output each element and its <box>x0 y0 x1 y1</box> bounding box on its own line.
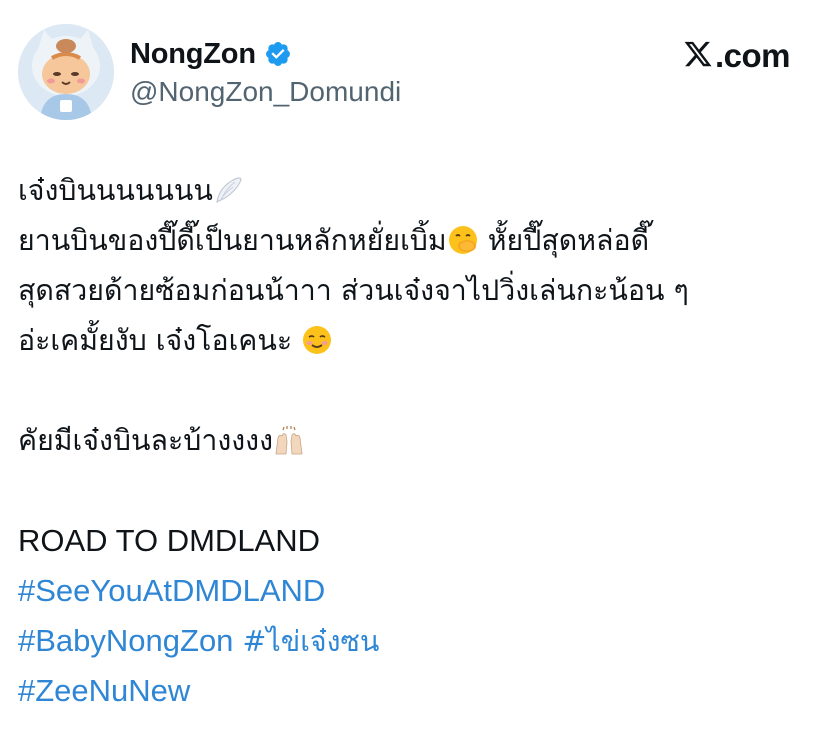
tweet-text-line-5: คัยมีเจ๋งบินละบ้างงงง <box>18 424 274 457</box>
hashtag-line-2: #BabyNongZon #ไข่เจ๋งซน <box>18 616 818 666</box>
hashtag-zeenunew[interactable]: #ZeeNuNew <box>18 673 190 708</box>
tweet-line-2: ยานบินของปี๊ดี๊เป็นยานหลักหยั่ยเบิ้ม หั้… <box>18 216 818 266</box>
x-brand[interactable]: .com <box>683 36 791 76</box>
author-handle[interactable]: @NongZon_Domundi <box>130 76 401 108</box>
tweet-line-5: คัยมีเจ๋งบินละบ้างงงง <box>18 416 818 466</box>
hashtag-line-3: #ZeeNuNew <box>18 666 818 716</box>
wing-emoji-icon <box>213 172 245 204</box>
tweet-header: NongZon @NongZon_Domundi .com <box>18 24 810 122</box>
x-brand-label: .com <box>714 37 791 74</box>
hashtag-babynongzon[interactable]: #BabyNongZon <box>18 623 233 658</box>
tweet-text-line-2a: ยานบินของปี๊ดี๊เป็นยานหลักหยั่ยเบิ้ม <box>18 224 447 257</box>
display-name[interactable]: NongZon <box>130 38 256 71</box>
tweet-line-4: อ่ะเคมั้ยงับ เจ๋งโอเคนะ <box>18 316 818 366</box>
tweet-text: เจ๋งบินนนนนนน ยานบินของปี๊ดี๊เป็นยานหลัก… <box>18 166 818 716</box>
tweet-line-3: สุดสวยด้ายซ้อมก่อนน้าาา ส่วนเจ๋งจาไปวิ่ง… <box>18 274 689 307</box>
hashtag-thai[interactable]: #ไข่เจ๋งซน <box>243 625 380 658</box>
tweet-card: NongZon @NongZon_Domundi .com เจ๋งบินนนน… <box>0 0 828 749</box>
face-with-hand-over-mouth-emoji-icon <box>447 222 479 254</box>
tweet-text-line-2b: หั้ยปี๊สุดหล่อดี๊ <box>478 224 650 257</box>
author-name-row[interactable]: NongZon <box>130 36 292 72</box>
road-to-dmdland: ROAD TO DMDLAND <box>18 523 321 558</box>
raising-hands-emoji-icon <box>273 422 305 455</box>
verified-badge-icon <box>264 40 292 68</box>
smiling-face-emoji-icon <box>301 322 333 354</box>
hashtag-seeyouatdmdland[interactable]: #SeeYouAtDMDLAND <box>18 573 325 608</box>
x-logo-icon <box>683 39 713 73</box>
tweet-text-line-4: อ่ะเคมั้ยงับ เจ๋งโอเคนะ <box>18 324 302 357</box>
tweet-line-1: เจ๋งบินนนนนนน <box>18 166 818 216</box>
tweet-text-line-1: เจ๋งบินนนนนนน <box>18 174 213 207</box>
avatar[interactable] <box>18 24 114 120</box>
hashtag-line-1: #SeeYouAtDMDLAND <box>18 566 818 616</box>
